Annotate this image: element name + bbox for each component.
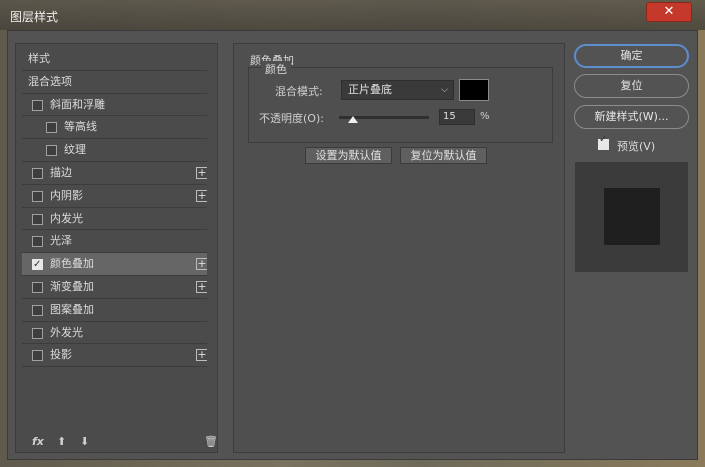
style-item-label: 描边 [50,165,72,179]
opacity-unit: % [480,111,490,122]
preview-check-icon[interactable] [598,134,609,150]
style-item-label: 内发光 [50,211,83,225]
style-checkbox[interactable] [32,254,43,276]
arrow-up-icon[interactable]: ⬆ [57,435,66,448]
style-item[interactable]: 样式 [22,48,212,71]
style-checkbox[interactable] [32,167,43,179]
style-checkbox[interactable] [32,190,43,202]
trash-icon[interactable]: 🗑 [204,435,218,448]
ok-button[interactable]: 确定 [574,44,689,68]
color-swatch[interactable] [459,79,489,101]
chevron-down-icon: ⌵ [441,85,448,95]
settings-panel: 颜色叠加 颜色 混合模式: 正片叠底 ⌵ 不透明度(O): 15 % 设置为默认… [233,43,565,453]
style-checkbox[interactable] [46,122,57,134]
group-title: 颜色 [261,61,291,77]
opacity-input[interactable]: 15 [439,109,475,125]
style-item-label: 投影 [50,348,72,362]
style-checkbox[interactable] [32,327,43,339]
styles-panel: 样式混合选项斜面和浮雕等高线纹理描边+内阴影+ 内发光光泽颜色叠加+渐变叠加+ 图案… [15,43,218,453]
style-item-label: 混合选项 [28,74,72,88]
layer-style-dialog: 图层样式 ✕ 样式混合选项斜面和浮雕等高线纹理描边+内阴影+ 内发光光泽颜色叠加+… [0,0,705,467]
title-bar: 图层样式 ✕ [0,0,705,30]
fx-icon[interactable]: fx [32,435,44,448]
style-checkbox[interactable] [32,99,43,111]
arrow-down-icon[interactable]: ⬇ [80,435,89,448]
opacity-label: 不透明度(O): [259,112,324,125]
color-group: 颜色 混合模式: 正片叠底 ⌵ 不透明度(O): 15 % [248,61,553,143]
style-item-label: 图案叠加 [50,302,94,316]
set-default-button[interactable]: 设置为默认值 [305,147,392,164]
style-item[interactable]: 投影 + [22,344,212,368]
style-checkbox[interactable] [32,350,43,362]
style-item-label: 光泽 [50,234,72,248]
style-item[interactable]: 图案叠加 [22,299,212,322]
style-checkbox[interactable] [46,145,57,157]
style-item-label: 等高线 [64,120,97,134]
preview-thumbnail [604,188,660,245]
style-checkbox[interactable] [32,304,43,316]
dialog-title: 图层样式 [10,10,59,24]
style-item-label: 渐变叠加 [50,279,94,293]
style-item-label: 样式 [28,52,50,65]
style-checkbox[interactable] [32,213,43,225]
style-item[interactable]: 描边 + [22,162,212,185]
style-item-label: 颜色叠加 [50,257,94,271]
new-style-button[interactable]: 新建样式(W)... [574,105,689,129]
preview-label: 预览(V) [617,140,656,153]
style-item[interactable]: 颜色叠加+ [22,253,212,276]
blend-mode-value: 正片叠底 [348,83,392,96]
style-item[interactable]: 渐变叠加 + [22,276,212,299]
reset-default-button[interactable]: 复位为默认值 [400,147,487,164]
style-item[interactable]: 斜面和浮雕 [22,94,212,117]
style-item[interactable]: 外发光 [22,322,212,345]
styles-list: 样式混合选项斜面和浮雕等高线纹理描边+内阴影+ 内发光光泽颜色叠加+渐变叠加+ 图案… [22,48,212,368]
style-item[interactable]: 纹理 [22,139,212,162]
style-item[interactable]: 内发光 [22,208,212,231]
style-checkbox[interactable] [32,281,43,293]
style-item[interactable]: 混合选项 [22,71,212,94]
style-preview [575,162,688,272]
blend-mode-label: 混合模式: [275,85,323,98]
close-button[interactable]: ✕ [646,2,692,22]
style-item-label: 内阴影 [50,188,83,202]
style-item-label: 斜面和浮雕 [50,97,105,111]
style-item[interactable]: 内阴影 + [22,185,212,208]
blend-mode-select[interactable]: 正片叠底 ⌵ [341,80,454,100]
dialog-body: 样式混合选项斜面和浮雕等高线纹理描边+内阴影+ 内发光光泽颜色叠加+渐变叠加+ 图案… [7,30,698,460]
styles-scrollbar[interactable] [207,48,215,428]
opacity-slider-thumb[interactable] [347,116,358,123]
style-item-label: 外发光 [50,325,83,339]
style-checkbox[interactable] [32,236,43,248]
close-icon: ✕ [663,4,675,19]
style-item[interactable]: 光泽 [22,230,212,254]
style-item-label: 纹理 [64,143,86,157]
styles-toolbar: fx ⬆ ⬇ 🗑 [16,431,218,453]
reset-button[interactable]: 复位 [574,74,689,98]
style-item[interactable]: 等高线 [22,116,212,140]
